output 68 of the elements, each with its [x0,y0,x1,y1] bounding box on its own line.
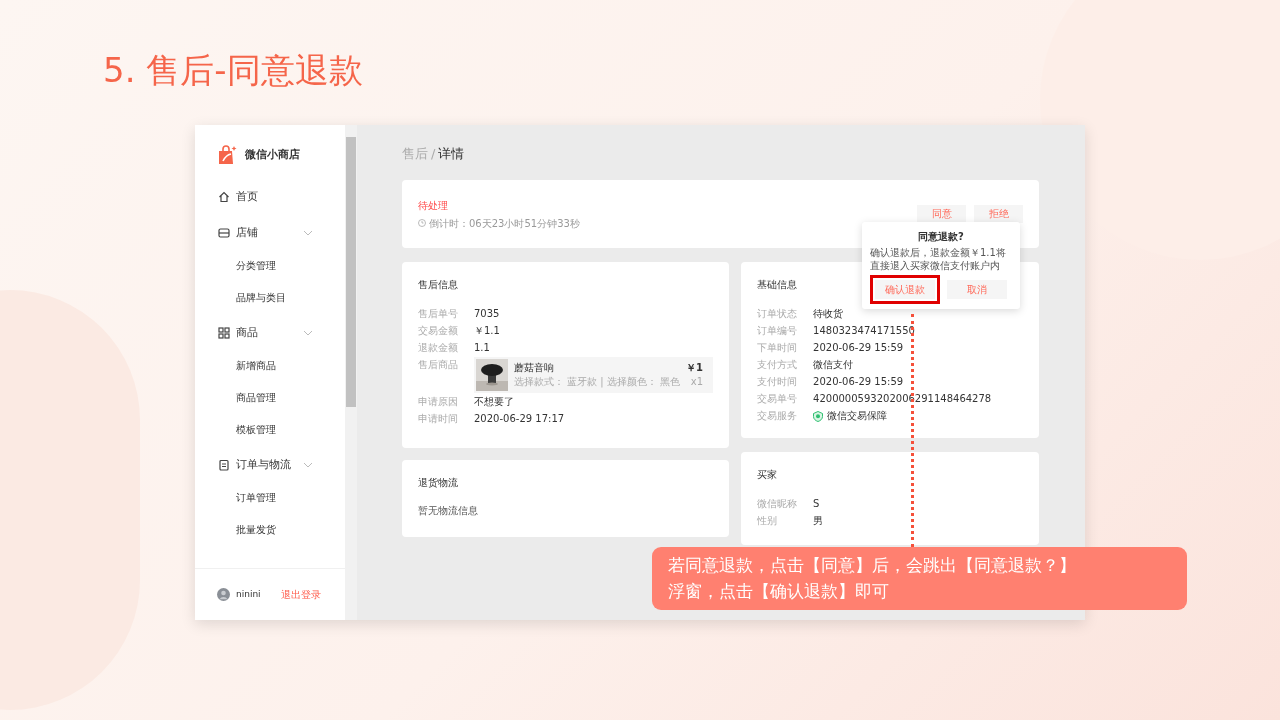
countdown-text: 倒计时：06天23小时51分钟33秒 [429,216,580,230]
field-value: 2020-06-29 15:59 [813,341,904,355]
product-quantity: x1 [690,375,704,389]
field-value: 4200000593202006291148464278 [813,392,992,406]
user-name: ninini [236,587,262,601]
status-text: 待处理 [418,198,449,212]
shield-icon [813,410,824,422]
field-label: 下单时间 [757,341,799,355]
field-value: 2020-06-29 17:17 [474,412,565,426]
breadcrumb-separator: / [431,145,436,164]
card-title: 基础信息 [757,278,798,292]
field-value: 1480323474171550 [813,324,915,338]
field-value: 微信支付 [813,358,854,372]
field-label: 订单编号 [757,324,799,338]
field-label: 支付方式 [757,358,799,372]
grid-icon [218,327,230,339]
nav-subitem[interactable]: 分类管理 [195,249,345,281]
card-title: 退货物流 [418,476,458,490]
field-label: 性别 [757,514,779,528]
field-value: 不想要了 [474,395,514,409]
nav-item[interactable]: 订单与物流 [195,449,345,481]
avatar [217,588,230,601]
card-title: 售后信息 [418,278,458,292]
card-title: 买家 [757,468,778,482]
store-icon [218,227,230,239]
product-price: ￥1 [686,361,704,375]
callout-text: 若同意退款，点击【同意】后，会跳出【同意退款？】 [668,554,1077,577]
field-value: 1.1 [474,341,490,355]
nav-subitem[interactable]: 新增商品 [195,349,345,381]
field-label: 退款金额 [418,341,459,355]
field-label: 售后单号 [418,307,459,321]
field-value: 待收货 [813,307,844,321]
nav-subitem[interactable]: 订单管理 [195,481,345,513]
breadcrumb-current: 详情 [438,145,465,164]
field-label: 支付时间 [757,375,799,389]
empty-note: 暂无物流信息 [418,504,479,518]
clipboard-icon [218,459,230,471]
nav-subitem[interactable]: 批量发货 [195,513,345,545]
nav-item[interactable]: 首页 [195,181,345,213]
popover-title: 同意退款? [918,230,964,244]
field-value: S [813,497,820,511]
shopping-bag-icon [217,145,237,165]
nav-subitem[interactable]: 商品管理 [195,381,345,413]
nav-item[interactable]: 店铺 [195,217,345,249]
field-value: ￥1.1 [474,324,500,338]
product-spec: 选择款式： 蓝牙款 | 选择颜色： 黑色 [514,375,681,389]
nav-subitem[interactable]: 模板管理 [195,413,345,445]
slide-title: 5. 售后-同意退款 [103,49,364,92]
field-label: 交易服务 [757,409,799,423]
home-icon [218,191,230,203]
field-label: 微信昵称 [757,497,799,511]
field-value: 2020-06-29 15:59 [813,375,904,389]
field-label: 交易单号 [757,392,799,406]
field-value: 7035 [474,307,500,321]
field-value: 男 [813,514,824,528]
logo-text: 微信小商店 [245,147,300,163]
product-name: 蘑菇音响 [514,361,555,375]
field-label: 交易金额 [418,324,459,338]
clock-icon [418,219,426,227]
callout-text: 浮窗，点击【确认退款】即可 [668,580,890,603]
nav-item[interactable]: 商品 [195,317,345,349]
field-label: 订单状态 [757,307,799,321]
nav-subitem[interactable]: 品牌与类目 [195,281,345,313]
field-label: 售后商品 [418,358,459,372]
field-label: 申请原因 [418,395,459,409]
field-value: 微信交易保障 [827,409,888,423]
field-label: 申请时间 [418,412,459,426]
popover-message: 确认退款后，退款金额￥1.1将直接退入买家微信支付账户内 [870,246,1007,272]
